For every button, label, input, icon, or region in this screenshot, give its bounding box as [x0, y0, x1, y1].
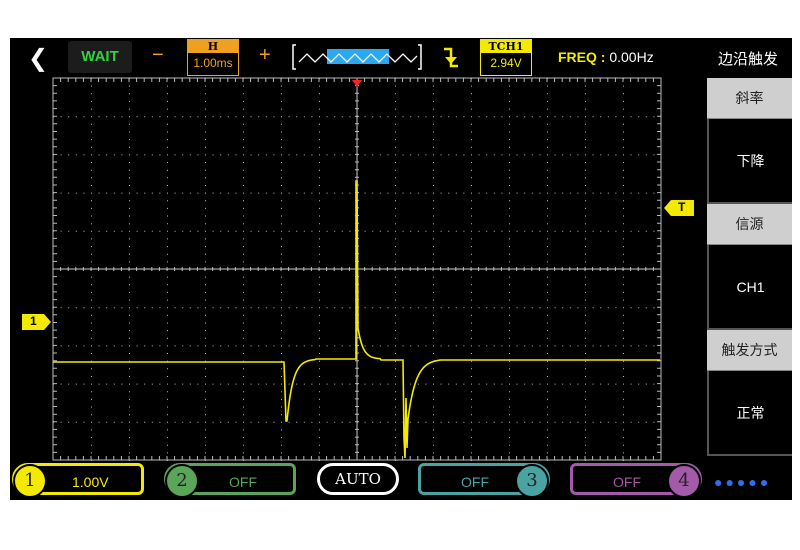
frequency-label: FREQ :: [558, 49, 606, 65]
channel1-marker[interactable]: 1: [22, 314, 52, 335]
channel3-number: 3: [515, 464, 549, 498]
menu-header-source: 信源: [707, 204, 792, 245]
trigger-menu: 斜率 下降 信源 CH1 触发方式 正常: [707, 78, 792, 456]
run-state-button[interactable]: WAIT: [68, 41, 132, 73]
auto-button[interactable]: AUTO: [317, 463, 399, 495]
channel-bar: 1 1.00V 2 OFF AUTO OFF 3 OFF 4 ●●●●●: [10, 460, 792, 500]
trigger-marker-label: T: [678, 200, 686, 214]
more-button[interactable]: ●●●●●: [714, 474, 771, 490]
channel1-scale: 1.00V: [72, 474, 109, 490]
timebase-box[interactable]: H 1.00ms: [187, 39, 239, 76]
timebase-increase-button[interactable]: +: [259, 44, 271, 67]
timebase-decrease-button[interactable]: −: [152, 44, 164, 67]
waveform-overview-icon[interactable]: [291, 42, 423, 72]
trigger-source-label: TCH1: [481, 40, 531, 53]
channel2-status: OFF: [229, 474, 257, 490]
channel1-marker-label: 1: [30, 314, 37, 328]
timebase-value: 1.00ms: [193, 56, 233, 70]
menu-header-trigger-mode: 触发方式: [707, 330, 792, 371]
channel2-number: 2: [165, 464, 199, 498]
trigger-position-marker: [352, 80, 362, 87]
trigger-level-marker[interactable]: T: [664, 200, 694, 221]
trigger-level-value: 2.94V: [490, 56, 522, 70]
back-button[interactable]: ❮: [28, 44, 48, 73]
channel1-number: 1: [13, 464, 47, 498]
falling-edge-icon[interactable]: [442, 46, 460, 70]
channel2-button[interactable]: 2 OFF: [164, 463, 296, 498]
menu-header-slope: 斜率: [707, 78, 792, 119]
channel4-button[interactable]: OFF 4: [570, 463, 702, 498]
timebase-label: H: [188, 40, 238, 53]
channel1-button[interactable]: 1 1.00V: [12, 463, 144, 498]
channel4-number: 4: [667, 464, 701, 498]
menu-title: 边沿触发: [718, 51, 779, 68]
oscilloscope-window: ❮ WAIT − H 1.00ms + TCH1 2.94V FREQ : 0.…: [10, 38, 792, 500]
frequency-value: 0.00Hz: [609, 49, 654, 65]
channel4-status: OFF: [613, 474, 641, 490]
menu-item-trigger-mode[interactable]: 正常: [707, 371, 792, 456]
menu-item-source[interactable]: CH1: [707, 245, 792, 330]
top-bar: ❮ WAIT − H 1.00ms + TCH1 2.94V FREQ : 0.…: [10, 38, 792, 76]
channel3-status: OFF: [461, 474, 489, 490]
menu-item-slope[interactable]: 下降: [707, 119, 792, 204]
channel3-button[interactable]: OFF 3: [418, 463, 550, 498]
waveform-display[interactable]: [10, 76, 710, 500]
frequency-readout: FREQ : 0.00Hz: [558, 49, 654, 65]
trigger-level-box[interactable]: TCH1 2.94V: [480, 39, 532, 76]
